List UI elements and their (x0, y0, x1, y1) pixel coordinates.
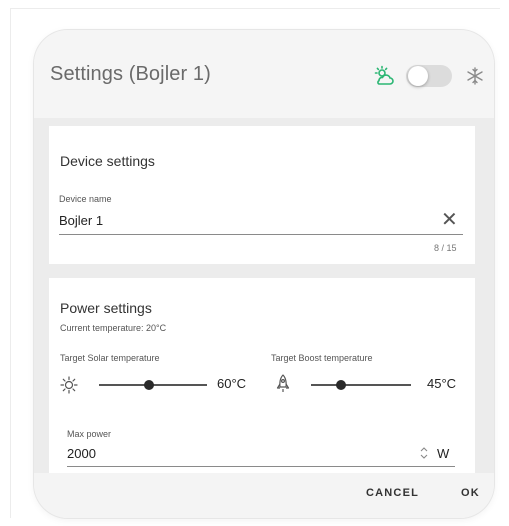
device-name-underline (59, 234, 463, 235)
sun-icon (60, 376, 78, 394)
boost-slider-thumb[interactable] (336, 380, 346, 390)
clear-name-icon[interactable]: ✕ (441, 210, 458, 230)
solar-temperature-value: 60°C (217, 376, 247, 391)
mode-toggle-switch[interactable] (406, 65, 452, 87)
device-name-input[interactable]: Bojler 1 (59, 213, 103, 228)
boost-temperature-value: 45°C (427, 376, 457, 391)
character-counter: 8 / 15 (434, 243, 457, 253)
max-power-underline (67, 466, 455, 467)
solar-slider-thumb[interactable] (144, 380, 154, 390)
current-temperature-text: Current temperature: 20°C (60, 323, 167, 333)
rocket-icon (276, 374, 290, 392)
max-power-unit: W (437, 446, 450, 461)
device-name-label: Device name (59, 194, 112, 204)
boost-temperature-label: Target Boost temperature (271, 353, 373, 363)
device-settings-title: Device settings (60, 153, 155, 169)
dialog-actions: CANCEL OK (34, 473, 494, 518)
snowflake-icon[interactable] (465, 66, 485, 86)
power-settings-title: Power settings (60, 300, 152, 316)
cancel-button[interactable]: CANCEL (366, 487, 419, 499)
dialog-header: Settings (Bojler 1) (34, 30, 494, 118)
number-stepper-icon[interactable] (419, 446, 429, 460)
boost-slider-track[interactable] (311, 384, 411, 386)
toggle-knob (408, 66, 428, 86)
max-power-label: Max power (67, 429, 112, 439)
sun-cloud-icon[interactable] (374, 65, 396, 87)
settings-dialog: Settings (Bojler 1) Device settings Devi… (34, 30, 494, 518)
solar-temperature-label: Target Solar temperature (60, 353, 160, 363)
device-settings-card: Device settings Device name Bojler 1 ✕ 8… (49, 126, 475, 264)
ok-button[interactable]: OK (461, 487, 480, 499)
power-settings-card: Power settings Current temperature: 20°C… (49, 278, 475, 473)
max-power-input[interactable]: 2000 (67, 446, 96, 461)
dialog-title: Settings (Bojler 1) (50, 63, 211, 85)
dialog-content: Device settings Device name Bojler 1 ✕ 8… (34, 118, 494, 473)
